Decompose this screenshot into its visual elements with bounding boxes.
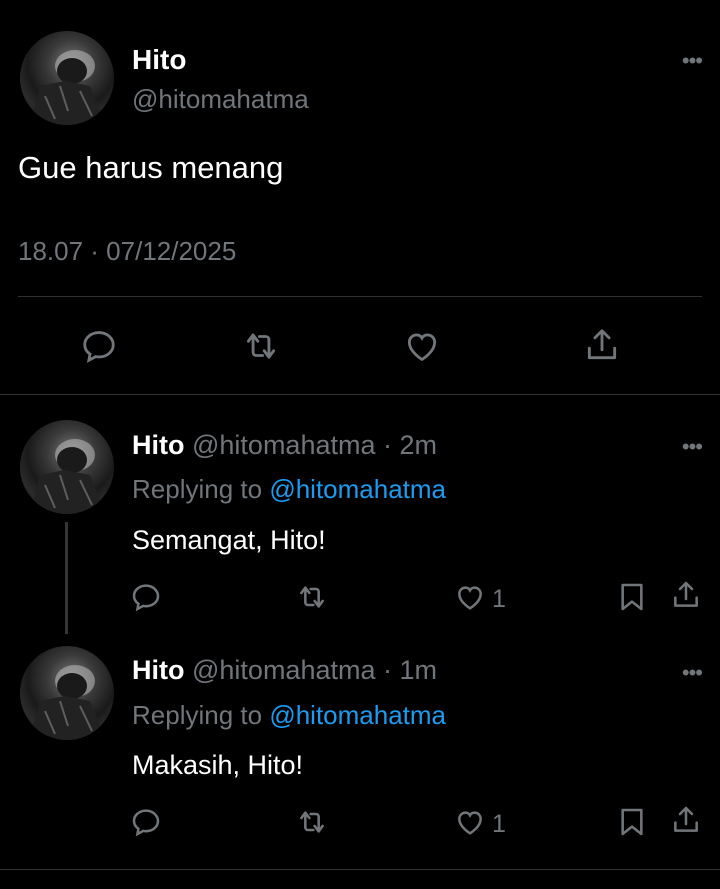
share-icon[interactable] xyxy=(583,325,621,365)
replying-to: Replying to @hitomahatma xyxy=(132,700,446,731)
avatar[interactable] xyxy=(20,420,114,514)
share-icon[interactable] xyxy=(670,803,702,837)
mention-link[interactable]: @hitomahatma xyxy=(269,700,446,730)
avatar[interactable] xyxy=(20,31,114,125)
separator: · xyxy=(383,430,393,460)
retweet-icon[interactable] xyxy=(295,581,329,613)
tweet-time[interactable]: 2m xyxy=(400,430,438,460)
mention-link[interactable]: @hitomahatma xyxy=(269,474,446,504)
main-tweet: Hito @hitomahatma ••• Gue harus menang 1… xyxy=(0,0,720,394)
user-handle[interactable]: @hitomahatma xyxy=(132,84,309,115)
reply-icon[interactable] xyxy=(80,327,118,365)
reply-tweet[interactable]: Hito @hitomahatma · 2m ••• Replying to @… xyxy=(0,394,720,634)
avatar[interactable] xyxy=(20,646,114,740)
display-name[interactable]: Hito xyxy=(132,44,186,76)
separator: · xyxy=(383,655,393,685)
user-handle[interactable]: @hitomahatma xyxy=(192,655,376,685)
like-count: 1 xyxy=(492,585,506,613)
display-name[interactable]: Hito xyxy=(132,430,184,460)
reply-tweet[interactable]: Hito @hitomahatma · 1m ••• Replying to @… xyxy=(0,620,720,870)
bookmark-icon[interactable] xyxy=(616,805,648,839)
ellipsis-icon[interactable]: ••• xyxy=(682,434,703,460)
divider xyxy=(18,296,702,297)
retweet-icon[interactable] xyxy=(295,806,329,838)
tweet-thread: Hito @hitomahatma ••• Gue harus menang 1… xyxy=(0,0,720,889)
tweet-time[interactable]: 1m xyxy=(400,655,438,685)
tweet-text: Makasih, Hito! xyxy=(132,750,304,780)
tweet-text: Gue harus menang xyxy=(18,150,284,185)
display-name[interactable]: Hito xyxy=(132,655,184,685)
reply-header: Hito @hitomahatma · 2m xyxy=(132,430,437,461)
tweet-timestamp[interactable]: 18.07 · 07/12/2025 xyxy=(18,236,236,267)
ellipsis-icon[interactable]: ••• xyxy=(682,48,703,74)
retweet-icon[interactable] xyxy=(241,327,281,365)
like-icon[interactable] xyxy=(403,327,441,365)
like-icon[interactable] xyxy=(454,806,486,838)
share-icon[interactable] xyxy=(670,578,702,612)
replying-label: Replying to xyxy=(132,474,263,504)
user-handle[interactable]: @hitomahatma xyxy=(192,430,376,460)
divider xyxy=(0,869,720,870)
like-count: 1 xyxy=(492,810,506,838)
replying-to: Replying to @hitomahatma xyxy=(132,474,446,505)
tweet-text: Semangat, Hito! xyxy=(132,525,326,555)
ellipsis-icon[interactable]: ••• xyxy=(682,660,703,686)
reply-icon[interactable] xyxy=(130,581,162,613)
reply-header: Hito @hitomahatma · 1m xyxy=(132,655,437,686)
reply-icon[interactable] xyxy=(130,806,162,838)
like-icon[interactable] xyxy=(454,581,486,613)
bookmark-icon[interactable] xyxy=(616,580,648,614)
replying-label: Replying to xyxy=(132,700,263,730)
